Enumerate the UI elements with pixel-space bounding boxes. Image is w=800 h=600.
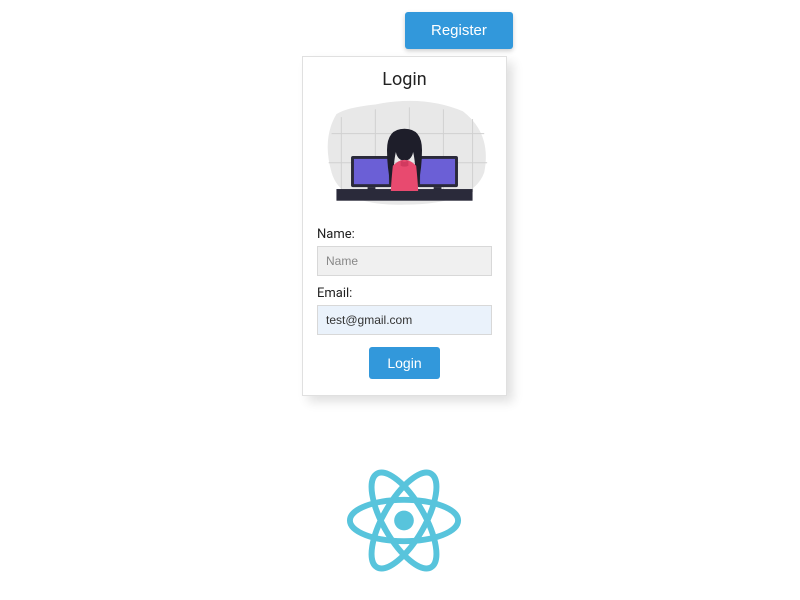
card-title: Login: [317, 69, 492, 90]
name-label: Name:: [317, 227, 492, 242]
name-field-group: Name:: [317, 227, 492, 276]
email-field-group: Email:: [317, 286, 492, 335]
email-label: Email:: [317, 286, 492, 301]
name-input[interactable]: [317, 246, 492, 276]
login-card: Login: [302, 56, 507, 396]
login-illustration: [317, 98, 492, 213]
react-logo-icon: [345, 468, 463, 577]
register-button[interactable]: Register: [405, 12, 513, 49]
email-input[interactable]: [317, 305, 492, 335]
login-button[interactable]: Login: [369, 347, 439, 379]
